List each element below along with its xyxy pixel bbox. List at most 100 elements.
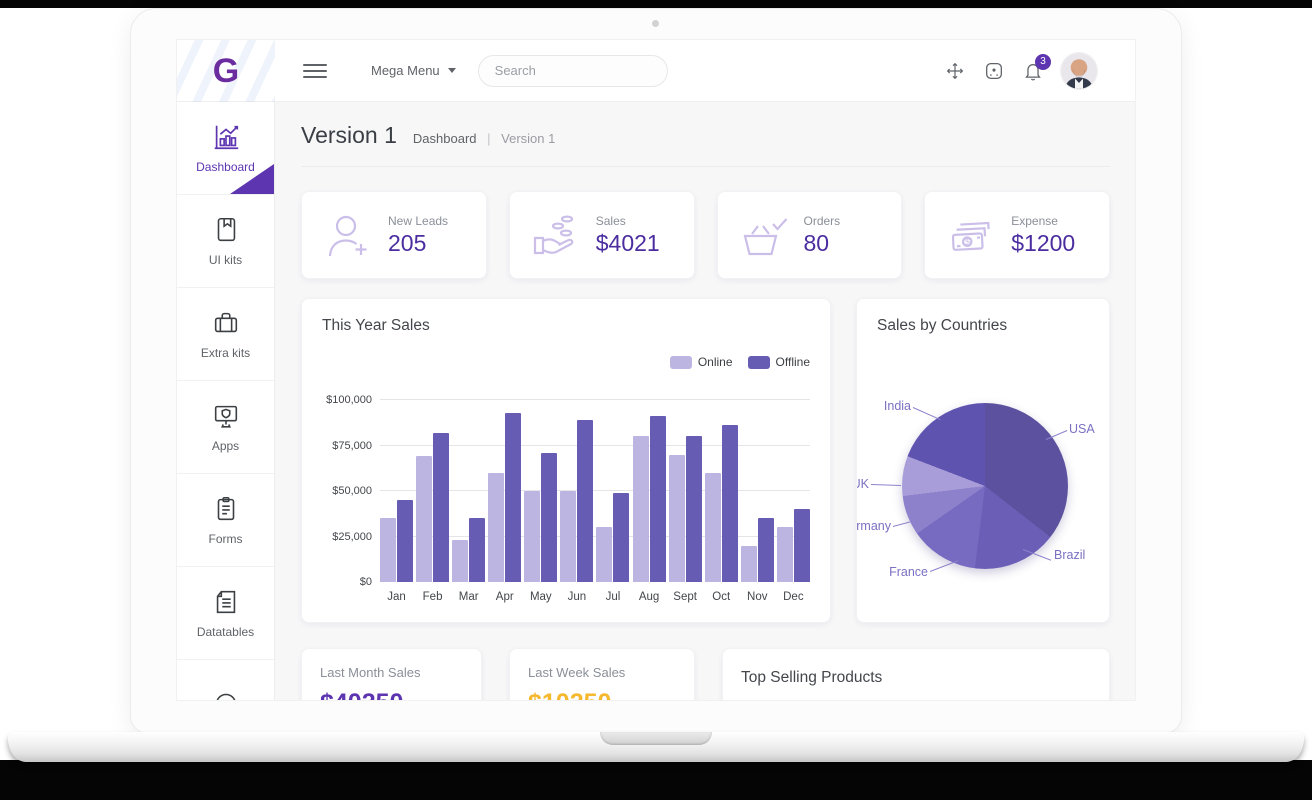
breadcrumb-current: Version 1	[501, 131, 556, 146]
sidebar-item-forms[interactable]: Forms	[177, 474, 274, 567]
headphones-icon	[211, 687, 241, 700]
y-axis-tick: $75,000	[332, 439, 372, 452]
active-corner	[230, 164, 274, 194]
person-plus-icon	[320, 211, 376, 259]
breadcrumb-section[interactable]: Dashboard	[413, 131, 477, 146]
laptop-notch	[600, 732, 712, 745]
legend-item-offline[interactable]: Offline	[747, 355, 810, 369]
pie-chart-title: Sales by Countries	[877, 317, 1008, 334]
bar-group-oct: Oct	[704, 400, 738, 603]
x-axis-tick: Feb	[422, 591, 443, 603]
pie-chart-card: Sales by Countries USA Brazil France German…	[856, 298, 1110, 623]
letterbox-top	[0, 0, 1312, 8]
bar-group-apr: Apr	[488, 400, 522, 603]
page-header: Version 1 Dashboard | Version 1	[301, 102, 1110, 167]
bar-online	[704, 472, 721, 582]
y-axis-tick: $25,000	[332, 530, 372, 543]
sidebar-item-ui-kits[interactable]: UI kits	[177, 195, 274, 288]
x-axis-tick: Aug	[638, 591, 660, 603]
bar-online	[560, 491, 577, 582]
apps-box-icon[interactable]	[983, 60, 1005, 82]
stat-card-expense: $ Expense $1200	[924, 191, 1110, 279]
pie-chart	[902, 403, 1068, 569]
bar-offline	[577, 420, 594, 582]
summary-card-title: Last Month Sales	[320, 665, 421, 680]
legend-item-online[interactable]: Online	[669, 355, 733, 369]
avatar[interactable]	[1061, 52, 1097, 89]
legend-swatch	[669, 355, 692, 369]
page-title: Version 1	[301, 122, 397, 148]
bar-chart: $0 $25,000 $50,000 $75,000 $100,000 Jan Feb Mar…	[316, 385, 816, 616]
stat-value: 80	[803, 229, 830, 256]
hand-coins-icon	[528, 211, 584, 259]
stat-value: $1200	[1011, 229, 1076, 256]
sidebar-item-label: Apps	[211, 439, 240, 453]
bell-icon[interactable]: 3	[1022, 53, 1051, 82]
x-axis-tick: Apr	[495, 591, 514, 603]
x-axis-tick: Dec	[783, 591, 804, 603]
pie-label-france: France	[889, 565, 928, 579]
sidebar-item-extra-kits[interactable]: Extra kits	[177, 288, 274, 381]
x-axis-tick: Mar	[458, 591, 479, 603]
bar-offline	[397, 500, 413, 582]
bar-online	[596, 527, 613, 582]
clipboard-icon	[211, 494, 241, 524]
mega-menu-label: Mega Menu	[371, 63, 440, 78]
search-input[interactable]	[494, 63, 671, 78]
x-axis-tick: Jun	[567, 591, 587, 603]
summary-card-title: Top Selling Products	[741, 669, 883, 686]
file-icon	[211, 587, 241, 617]
sidebar-item-apps[interactable]: Apps	[177, 381, 274, 474]
sidebar-item-partial[interactable]	[177, 660, 274, 700]
x-axis-tick: Jan	[387, 591, 406, 603]
move-icon[interactable]	[944, 60, 966, 82]
bar-online	[488, 472, 505, 582]
bar-online	[452, 540, 469, 582]
notification-badge: 3	[1035, 53, 1051, 70]
mega-menu-button[interactable]: Mega Menu	[371, 63, 456, 78]
stat-value: $4021	[595, 229, 660, 256]
x-axis-tick: Jul	[605, 591, 621, 603]
letterbox-bottom	[0, 760, 1312, 800]
banknotes-icon: $	[943, 211, 999, 259]
legend-swatch	[747, 355, 770, 369]
svg-text:$: $	[965, 237, 972, 248]
bar-chart-card: This Year Sales Online Offline $0 $25,000 $…	[301, 298, 831, 623]
stat-card-orders: Orders 80	[716, 191, 903, 279]
monitor-icon	[211, 401, 241, 431]
bar-group-sept: Sept	[668, 400, 702, 603]
bar-offline	[469, 518, 486, 582]
y-axis-tick: $50,000	[332, 485, 372, 497]
pie-label-germany: Germany	[856, 519, 891, 533]
summary-card-last-month-sales: Last Month Sales $40250	[301, 648, 482, 700]
pie-label-india: India	[883, 399, 911, 413]
bar-offline	[505, 412, 522, 582]
stat-label: Expense	[1011, 213, 1058, 228]
legend-label: Offline	[775, 355, 810, 369]
hamburger-icon[interactable]	[303, 60, 327, 82]
bar-offline	[757, 518, 774, 582]
x-axis-tick: Oct	[712, 591, 731, 603]
brand-logo[interactable]: G	[213, 52, 239, 90]
stat-card-new-leads: New Leads 205	[301, 191, 487, 279]
y-axis-tick: $0	[359, 576, 372, 588]
y-axis-tick: $100,000	[326, 394, 372, 406]
search-box[interactable]	[477, 54, 689, 93]
bar-group-dec: Dec	[776, 400, 810, 603]
sidebar-item-dashboard[interactable]: Dashboard	[177, 102, 274, 195]
stat-label: Sales	[595, 213, 626, 228]
sidebar-item-label: UI kits	[208, 253, 243, 267]
summary-card-title: Last Week Sales	[528, 665, 626, 680]
sidebar-item-datatables[interactable]: Datatables	[177, 567, 274, 660]
bar-online	[776, 527, 793, 582]
logo-zone: G	[177, 40, 275, 102]
sidebar: Dashboard UI kits Extra kits Apps Forms Datat…	[177, 102, 275, 700]
x-axis-tick: Nov	[747, 591, 768, 603]
bar-online	[380, 518, 396, 582]
summary-card-value: $40250	[320, 689, 463, 700]
bar-offline	[685, 436, 702, 582]
stat-value: 205	[388, 229, 427, 256]
briefcase-icon	[211, 308, 241, 338]
bottom-cards-row: Last Month Sales $40250 Last Week Sales $10…	[301, 648, 1110, 700]
pie-label-usa: USA	[1069, 422, 1095, 436]
